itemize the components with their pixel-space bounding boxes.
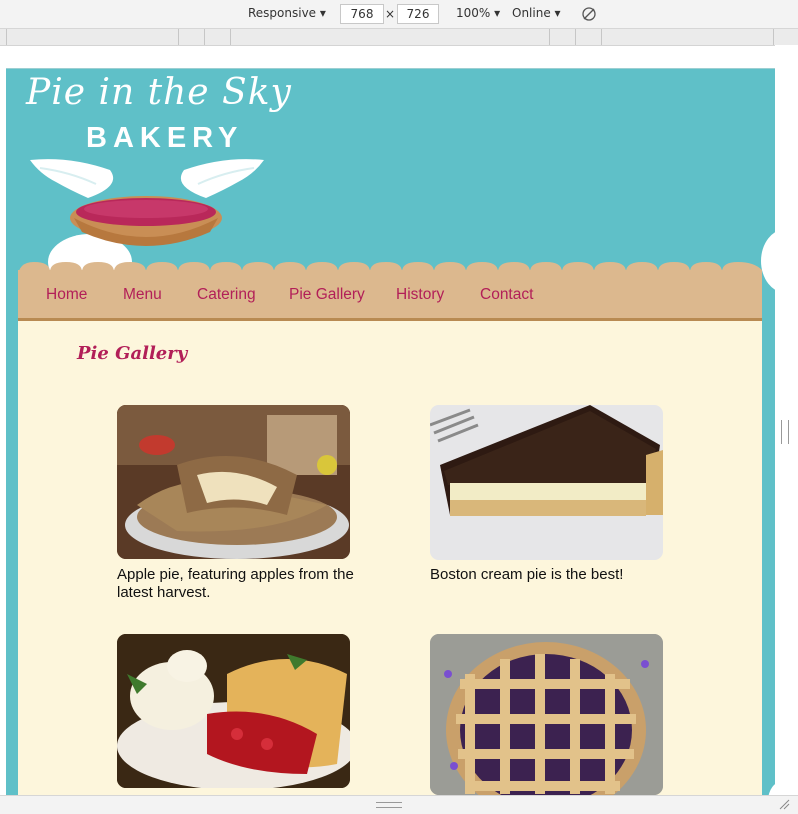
gallery-caption-boston-cream-pie: Boston cream pie is the best!	[430, 566, 624, 583]
page-title: Pie Gallery	[77, 343, 188, 364]
zoom-dropdown[interactable]: 100% ▾	[456, 6, 500, 20]
resize-handle-bottom[interactable]	[376, 802, 402, 808]
device-mode-dropdown[interactable]: Responsive ▾	[248, 6, 326, 20]
gallery-image-cherry-pie[interactable]	[117, 634, 350, 788]
gallery-caption-apple-pie: Apple pie, featuring apples from the lat…	[117, 566, 354, 601]
nav-link-home[interactable]: Home	[46, 286, 87, 304]
resize-corner-icon[interactable]	[778, 798, 790, 810]
device-mode-label: Responsive	[248, 6, 317, 20]
apple-pie-photo-icon	[117, 405, 350, 559]
cloud-decoration	[768, 781, 775, 796]
rotate-icon[interactable]	[581, 6, 597, 22]
gallery-image-boston-cream-pie[interactable]	[430, 405, 663, 560]
gallery-image-lattice-pie[interactable]	[430, 634, 663, 795]
nav-link-contact[interactable]: Contact	[480, 286, 533, 304]
cloud-decoration	[761, 229, 775, 293]
zoom-label: 100%	[456, 6, 491, 20]
viewport-height-input[interactable]: 726	[397, 4, 439, 24]
boston-cream-pie-photo-icon	[430, 405, 663, 560]
nav-link-catering[interactable]: Catering	[197, 286, 256, 304]
lattice-berry-pie-photo-icon	[430, 634, 663, 795]
flying-pie-logo-icon[interactable]	[30, 152, 266, 272]
logo-title[interactable]: Pie in the Sky	[26, 72, 292, 113]
throttle-dropdown[interactable]: Online ▾	[512, 6, 561, 20]
viewport-width-input[interactable]: 768	[340, 4, 384, 24]
resize-handle-right[interactable]	[781, 420, 789, 444]
cherry-pie-photo-icon	[117, 634, 350, 788]
gallery-image-apple-pie[interactable]	[117, 405, 350, 559]
nav-link-pie-gallery[interactable]: Pie Gallery	[289, 286, 365, 304]
throttle-label: Online	[512, 6, 551, 20]
media-query-ruler[interactable]	[0, 29, 798, 46]
nav-link-menu[interactable]: Menu	[123, 286, 162, 304]
nav-link-history[interactable]: History	[396, 286, 444, 304]
times-label: ×	[385, 7, 396, 21]
devtools-toolbar: Responsive ▾ 768 × 726 100% ▾ Online ▾	[0, 0, 798, 29]
logo-subtitle[interactable]: BAKERY	[86, 122, 243, 155]
